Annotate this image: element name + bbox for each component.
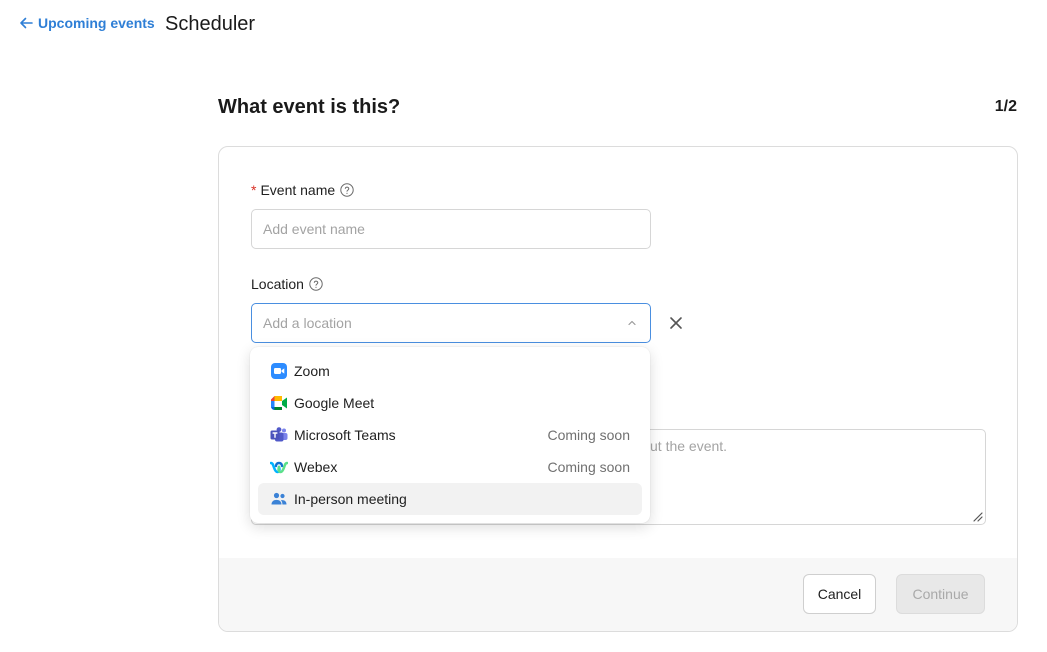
app-title: Scheduler <box>165 13 256 35</box>
step-indicator: 1/2 <box>994 98 1017 115</box>
location-option-zoom[interactable]: Zoom <box>258 355 642 387</box>
coming-soon-label: Coming soon <box>547 459 631 475</box>
location-select-placeholder: Add a location <box>263 315 352 331</box>
event-name-label: * Event name <box>251 182 354 198</box>
location-label-text: Location <box>251 276 304 292</box>
option-label: Webex <box>294 459 338 475</box>
continue-button[interactable]: Continue <box>896 574 985 614</box>
coming-soon-label: Coming soon <box>547 427 631 443</box>
location-option-google-meet[interactable]: Google Meet <box>258 387 642 419</box>
arrow-left-icon <box>20 17 33 29</box>
chevron-up-icon <box>628 320 636 326</box>
location-select[interactable]: Add a location <box>251 303 651 343</box>
location-option-webex[interactable]: Webex Coming soon <box>258 451 642 483</box>
help-icon[interactable] <box>340 183 354 197</box>
help-icon[interactable] <box>309 277 323 291</box>
option-label: Microsoft Teams <box>294 427 396 443</box>
top-bar: Upcoming events Scheduler <box>0 0 1047 50</box>
option-label: In-person meeting <box>294 491 407 507</box>
event-name-label-text: Event name <box>260 182 336 198</box>
clear-location-icon[interactable] <box>667 314 685 332</box>
option-label: Zoom <box>294 363 330 379</box>
location-option-microsoft-teams[interactable]: Microsoft Teams Coming soon <box>258 419 642 451</box>
microsoft-teams-icon <box>270 426 288 444</box>
zoom-icon <box>270 362 288 380</box>
page-heading: What event is this? <box>218 96 401 118</box>
webex-icon <box>270 458 288 476</box>
cancel-button[interactable]: Cancel <box>803 574 876 614</box>
location-dropdown-menu: Zoom Google Meet Microsoft Teams Coming … <box>250 347 650 523</box>
card-footer: Cancel Continue <box>219 558 1017 631</box>
location-option-in-person-meeting[interactable]: In-person meeting <box>258 483 642 515</box>
google-meet-icon <box>270 394 288 412</box>
back-link-label: Upcoming events <box>38 15 155 31</box>
location-label: Location <box>251 276 323 292</box>
option-label: Google Meet <box>294 395 375 411</box>
event-name-input[interactable] <box>251 209 651 249</box>
required-marker: * <box>251 182 257 198</box>
people-icon <box>270 490 288 508</box>
back-to-upcoming-events-link[interactable]: Upcoming events <box>19 15 155 31</box>
resize-handle-icon[interactable] <box>971 510 983 522</box>
description-placeholder: ut the event. <box>650 438 728 454</box>
